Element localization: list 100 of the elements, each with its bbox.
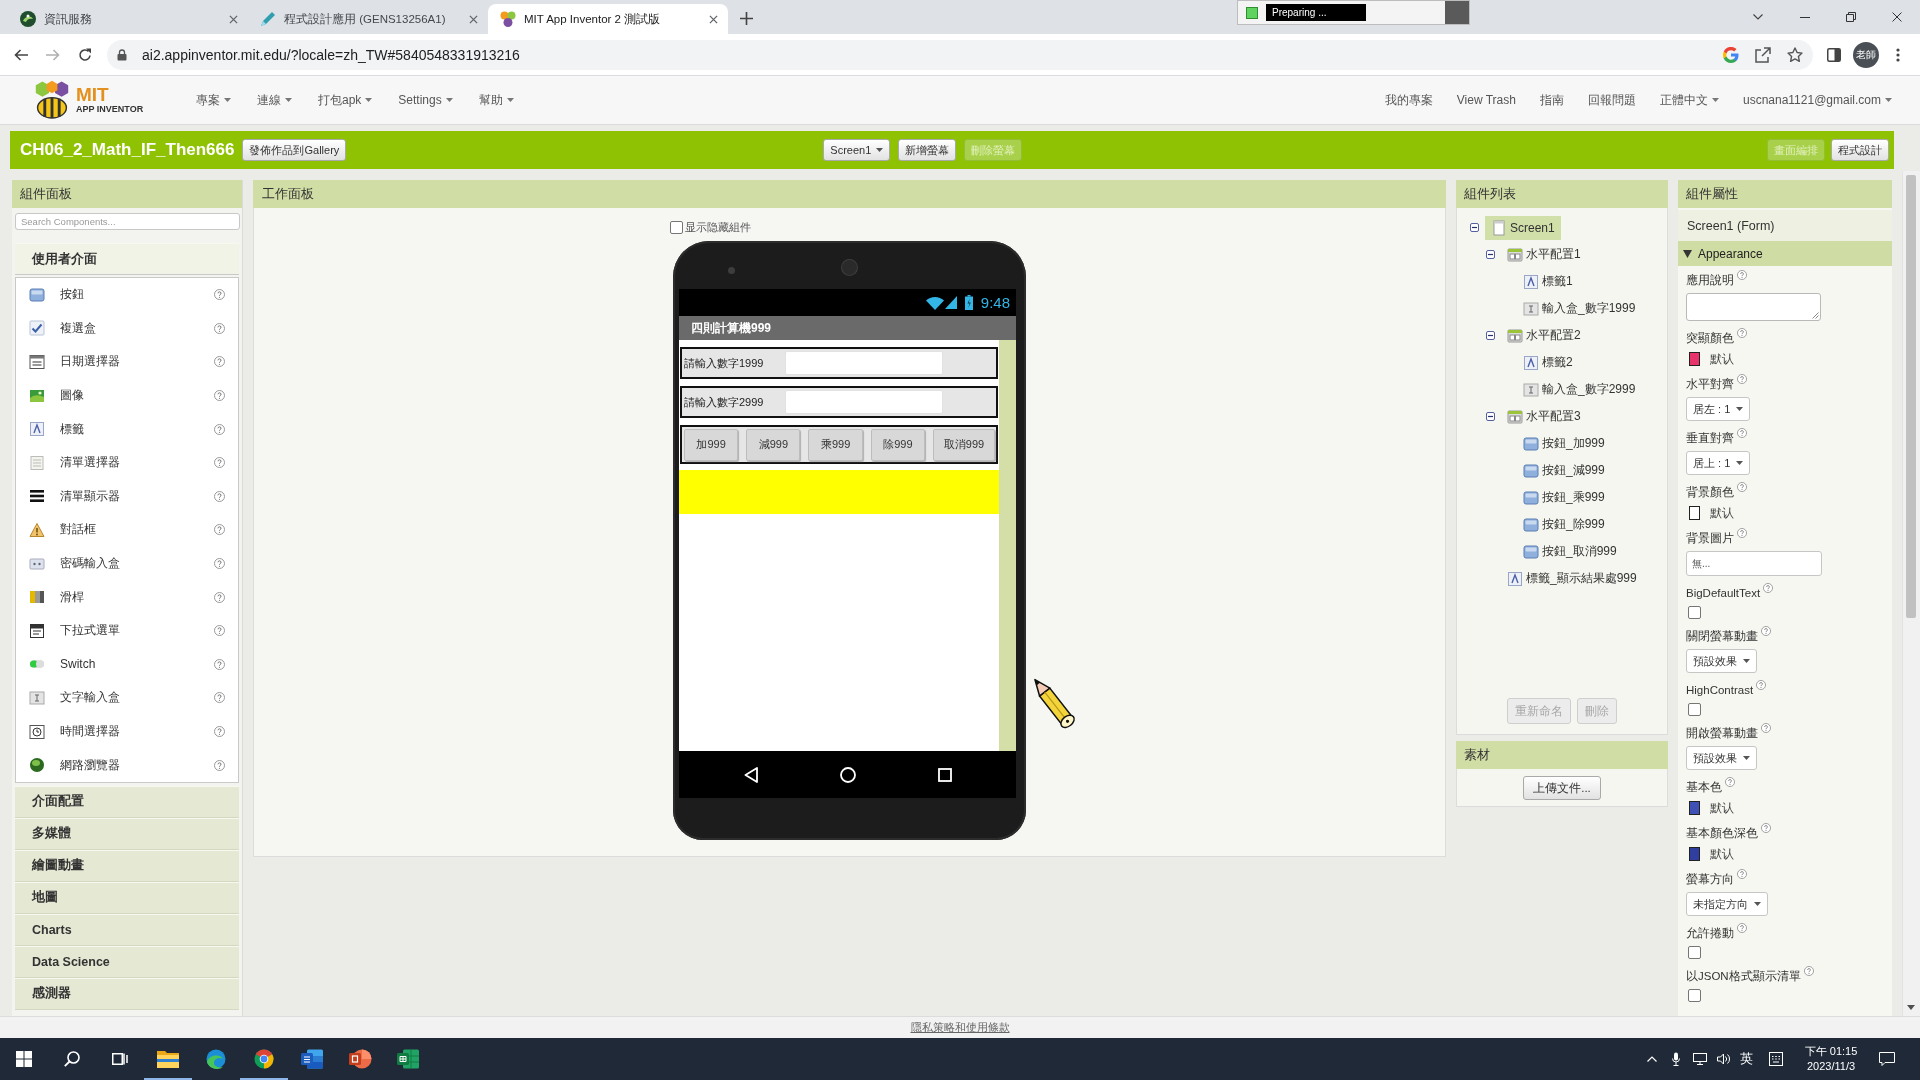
- browser-tab[interactable]: 程式設計應用 (GENS13256A1): [248, 4, 488, 34]
- restore-icon[interactable]: [1846, 12, 1856, 22]
- close-icon[interactable]: [1892, 12, 1902, 22]
- color-swatch[interactable]: [1689, 506, 1700, 520]
- tree-item[interactable]: 按鈕_減999: [1517, 458, 1611, 483]
- close-icon[interactable]: [469, 14, 478, 24]
- tree-item[interactable]: 按鈕_加999: [1517, 431, 1611, 456]
- help-icon[interactable]: [1737, 528, 1747, 538]
- windows-icon[interactable]: [16, 1051, 32, 1067]
- bee-logo-icon[interactable]: [34, 80, 70, 120]
- palette-item[interactable]: 文字輸入盒: [16, 681, 238, 715]
- mode-tab[interactable]: 程式設計: [1831, 139, 1889, 161]
- help-icon[interactable]: [1737, 869, 1747, 879]
- description-field[interactable]: [1686, 293, 1821, 321]
- category-header[interactable]: 感測器: [15, 977, 239, 1010]
- header-link[interactable]: View Trash: [1456, 91, 1516, 109]
- search-field[interactable]: Search Components...: [15, 213, 240, 230]
- tree-item[interactable]: 輸入盒_數字1999: [1517, 296, 1642, 321]
- clock-date[interactable]: 2023/11/3: [1806, 1059, 1856, 1074]
- operation-button[interactable]: 乘999: [808, 428, 863, 461]
- help-icon[interactable]: [1761, 626, 1771, 636]
- operation-button[interactable]: 除999: [870, 428, 925, 461]
- section-header[interactable]: Appearance: [1678, 241, 1892, 266]
- property-dropdown[interactable]: 未指定方向: [1686, 892, 1768, 916]
- menu-item[interactable]: 幫助: [478, 91, 514, 109]
- header-link[interactable]: 指南: [1539, 91, 1564, 109]
- help-icon[interactable]: [214, 726, 225, 737]
- property-dropdown[interactable]: 居左 : 1: [1686, 397, 1751, 421]
- help-icon[interactable]: [214, 692, 225, 704]
- category-header[interactable]: 地圖: [15, 881, 239, 914]
- checkbox[interactable]: [1688, 606, 1701, 619]
- property-dropdown[interactable]: 預設效果: [1686, 649, 1757, 673]
- close-icon[interactable]: [709, 14, 718, 24]
- sidebar-icon[interactable]: [1827, 47, 1841, 62]
- palette-item[interactable]: 下拉式選單: [16, 613, 238, 648]
- palette-item[interactable]: Switch: [16, 647, 238, 682]
- help-icon[interactable]: [1737, 482, 1747, 492]
- recent-apps-icon[interactable]: [937, 767, 952, 782]
- header-link[interactable]: 我的專案: [1384, 91, 1433, 109]
- chevron-up-icon[interactable]: [1647, 1056, 1657, 1062]
- help-icon[interactable]: [214, 490, 225, 502]
- collapse-icon[interactable]: [1486, 331, 1495, 340]
- screen-dropdown[interactable]: Screen1: [823, 139, 891, 161]
- notification-icon[interactable]: [1879, 1052, 1895, 1066]
- operation-button[interactable]: 取消999: [932, 428, 995, 461]
- collapse-icon[interactable]: [1486, 412, 1495, 421]
- help-icon[interactable]: [214, 423, 225, 435]
- header-link[interactable]: 回報問題: [1587, 91, 1636, 109]
- category-header[interactable]: 使用者介面: [15, 243, 239, 275]
- palette-item[interactable]: 圖像: [16, 378, 238, 413]
- help-icon[interactable]: [214, 524, 225, 536]
- scroll-down-icon[interactable]: [1907, 1005, 1915, 1010]
- palette-item[interactable]: 時間選擇器: [16, 714, 238, 749]
- help-icon[interactable]: [214, 457, 225, 469]
- privacy-link[interactable]: 隱私策略和使用條款: [910, 1020, 1010, 1035]
- tree-item[interactable]: 水平配置3: [1501, 404, 1587, 429]
- menu-item[interactable]: 連線: [257, 91, 292, 109]
- tree-item[interactable]: 水平配置1: [1501, 242, 1587, 267]
- browser-tab[interactable]: 資訊服務: [8, 4, 248, 34]
- help-icon[interactable]: [1763, 583, 1774, 593]
- minimize-icon[interactable]: [1800, 16, 1810, 18]
- close-icon[interactable]: [229, 14, 238, 24]
- checkbox[interactable]: [1688, 946, 1701, 959]
- palette-item[interactable]: 清單顯示器: [16, 479, 238, 514]
- palette-item[interactable]: 按鈕: [16, 278, 238, 312]
- tree-item[interactable]: Screen1: [1485, 215, 1561, 240]
- checkbox[interactable]: [1688, 989, 1701, 1002]
- color-swatch[interactable]: [1689, 801, 1700, 815]
- color-swatch[interactable]: [1689, 352, 1700, 366]
- header-link[interactable]: 正體中文: [1659, 91, 1719, 109]
- publish-button[interactable]: 發佈作品到Gallery: [242, 139, 347, 161]
- header-link[interactable]: uscnana1121@gmail.com: [1742, 91, 1892, 109]
- checkbox[interactable]: [1688, 703, 1701, 716]
- back-icon[interactable]: [14, 48, 28, 61]
- image-field[interactable]: 無...: [1686, 551, 1822, 576]
- profile-avatar[interactable]: 老師: [1853, 41, 1879, 68]
- menu-item[interactable]: Settings: [398, 91, 453, 109]
- tree-item[interactable]: 按鈕_除999: [1517, 512, 1611, 537]
- g-logo-icon[interactable]: [1723, 46, 1739, 63]
- chevron-down-icon[interactable]: [1753, 14, 1763, 20]
- search-icon[interactable]: [64, 1051, 80, 1067]
- keyboard-icon[interactable]: [1769, 1052, 1783, 1066]
- checkbox[interactable]: [670, 221, 683, 234]
- help-icon[interactable]: [214, 390, 225, 402]
- help-icon[interactable]: [1761, 723, 1771, 733]
- share-icon[interactable]: [1755, 46, 1771, 63]
- help-icon[interactable]: [1737, 374, 1747, 384]
- number-input[interactable]: [785, 351, 943, 375]
- clock-time[interactable]: 下午 01:15: [1804, 1044, 1858, 1059]
- network-icon[interactable]: [1693, 1053, 1707, 1065]
- help-icon[interactable]: [1737, 428, 1747, 438]
- menu-item[interactable]: 打包apk: [318, 91, 373, 109]
- palette-item[interactable]: 滑桿: [16, 580, 238, 614]
- tree-item[interactable]: 標籤_顯示結果處999: [1501, 566, 1643, 591]
- help-icon[interactable]: [1761, 823, 1771, 833]
- address-bar[interactable]: ai2.appinventor.mit.edu/?locale=zh_TW#5840548331913216: [107, 39, 1813, 70]
- number-input[interactable]: [785, 390, 943, 414]
- help-icon[interactable]: [1803, 966, 1814, 976]
- input-language[interactable]: 英: [1736, 1050, 1756, 1068]
- collapse-icon[interactable]: [1486, 250, 1495, 259]
